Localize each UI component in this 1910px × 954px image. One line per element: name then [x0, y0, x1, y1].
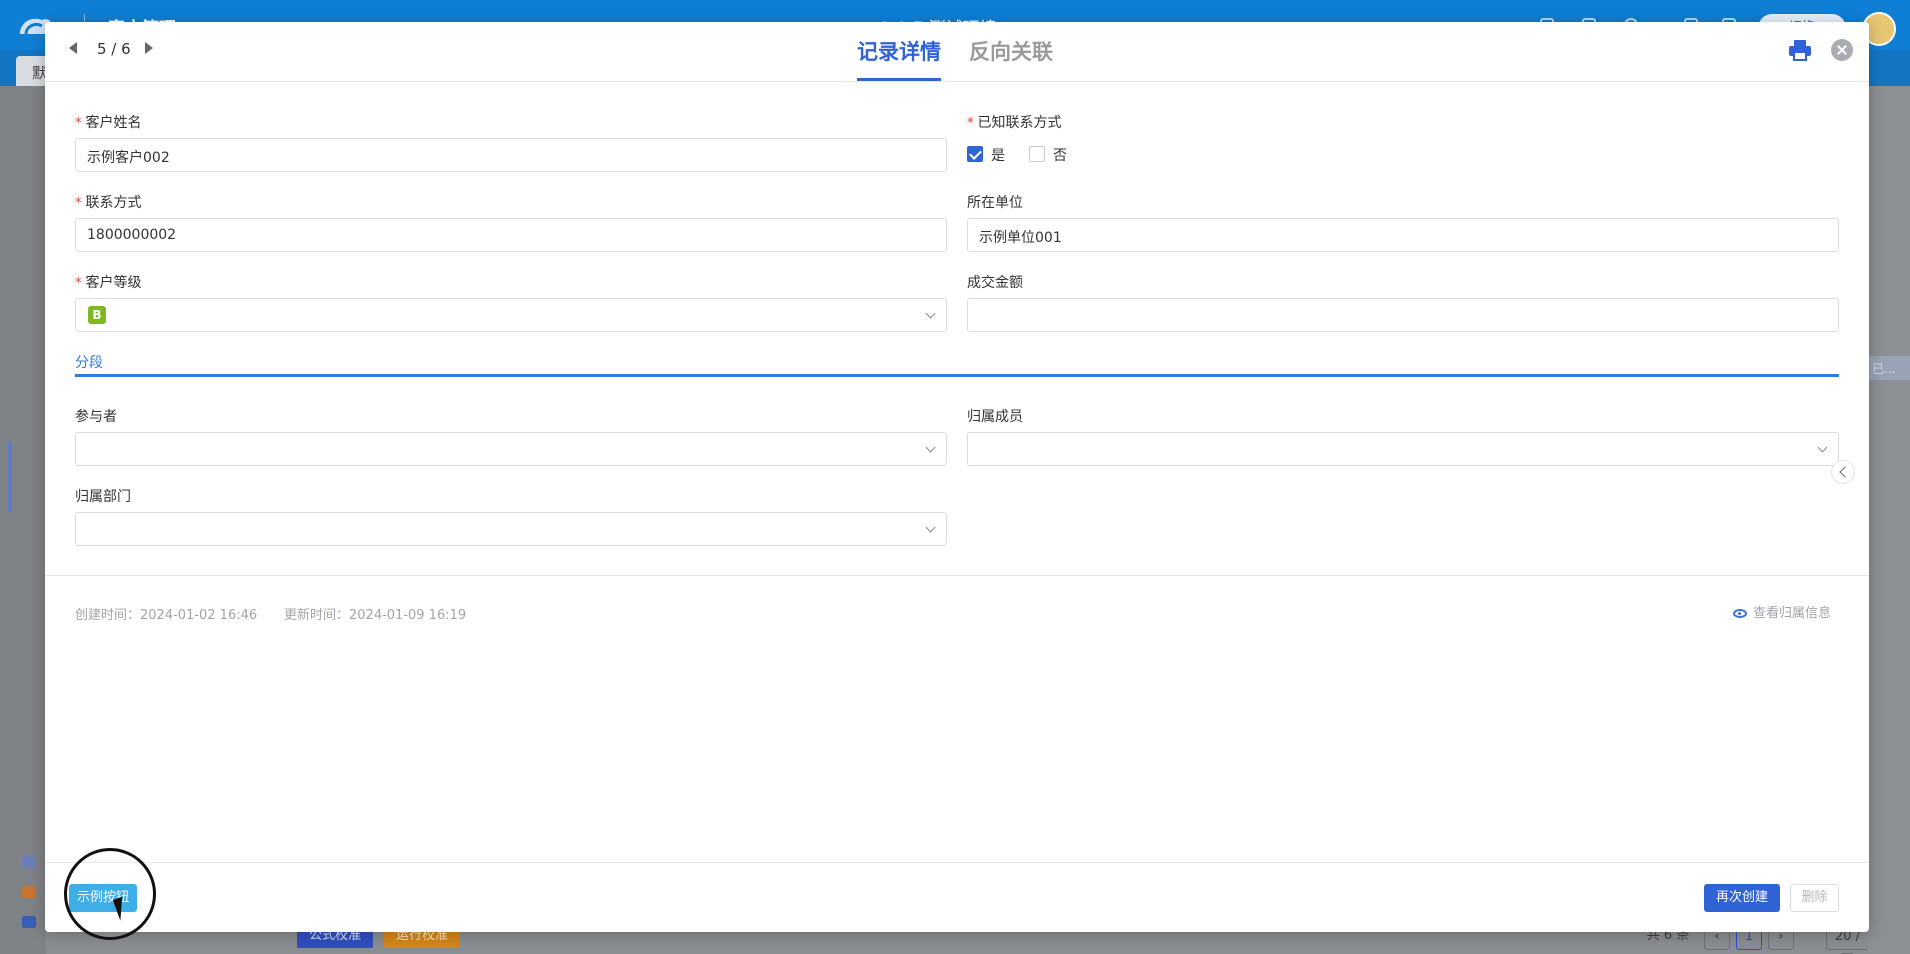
tab-reverse-relation[interactable]: 反向关联: [969, 36, 1053, 66]
contact-input[interactable]: 1800000002: [75, 218, 947, 252]
folder-icon[interactable]: [22, 916, 36, 928]
close-icon[interactable]: [1831, 39, 1853, 61]
owner-department-select[interactable]: [75, 512, 947, 546]
list-icon[interactable]: [22, 856, 36, 868]
company-input[interactable]: 示例单位001: [967, 218, 1839, 252]
sidebar-active-marker: [8, 442, 12, 512]
known-contact-no-label: 否: [1053, 148, 1067, 164]
chevron-down-icon: [925, 522, 936, 533]
app-sidebar: [0, 86, 46, 954]
chevron-down-icon: [1817, 442, 1828, 453]
click-highlight: [64, 848, 156, 940]
record-pager: 5 / 6: [97, 40, 131, 58]
customer-name-label: * 客户姓名: [75, 115, 142, 131]
content-divider: [45, 575, 1869, 576]
known-contact-yes-checkbox[interactable]: [967, 146, 983, 162]
section-divider: [75, 374, 1839, 377]
deal-amount-label: 成交金额: [967, 275, 1023, 291]
eye-icon: [1733, 609, 1747, 618]
chevron-down-icon: [925, 308, 936, 319]
known-contact-label: * 已知联系方式: [967, 115, 1062, 131]
updated-time: 更新时间：2024-01-09 16:19: [284, 608, 467, 623]
customer-name-input[interactable]: 示例客户002: [75, 138, 947, 172]
deal-amount-input[interactable]: [967, 298, 1839, 332]
participants-label: 参与者: [75, 409, 117, 425]
record-detail-modal: 5 / 6 记录详情 反向关联 * 客户姓名 示例客户002 * 已知联系方式 是 …: [45, 22, 1869, 932]
collapse-panel-icon[interactable]: [1831, 460, 1855, 484]
table-cell: 已...: [1868, 356, 1910, 380]
created-time: 创建时间：2024-01-02 16:46: [75, 608, 258, 623]
footer-divider: [45, 862, 1869, 863]
level-badge: B: [88, 306, 106, 324]
owner-member-select[interactable]: [967, 432, 1839, 466]
owner-department-label: 归属部门: [75, 489, 131, 505]
tab-record-detail[interactable]: 记录详情: [857, 36, 941, 81]
background-table-edge: 已...: [1868, 86, 1910, 954]
known-contact-yes-label: 是: [991, 148, 1005, 164]
table-icon[interactable]: [22, 886, 36, 898]
customer-level-label: * 客户等级: [75, 275, 142, 291]
print-icon[interactable]: [1788, 39, 1812, 61]
participants-select[interactable]: [75, 432, 947, 466]
delete-button[interactable]: 删除: [1790, 884, 1839, 912]
prev-record-icon[interactable]: [69, 42, 77, 54]
known-contact-no-checkbox[interactable]: [1029, 146, 1045, 162]
company-label: 所在单位: [967, 195, 1023, 211]
recreate-button[interactable]: 再次创建: [1704, 884, 1780, 912]
section-title: 分段: [75, 355, 103, 371]
contact-label: * 联系方式: [75, 195, 142, 211]
customer-level-select[interactable]: B: [75, 298, 947, 332]
owner-member-label: 归属成员: [967, 409, 1023, 425]
view-owner-label: 查看归属信息: [1753, 606, 1832, 621]
view-owner-link[interactable]: 查看归属信息: [1733, 602, 1831, 621]
modal-header: 5 / 6 记录详情 反向关联: [45, 22, 1869, 82]
next-record-icon[interactable]: [145, 42, 153, 54]
chevron-down-icon: [925, 442, 936, 453]
